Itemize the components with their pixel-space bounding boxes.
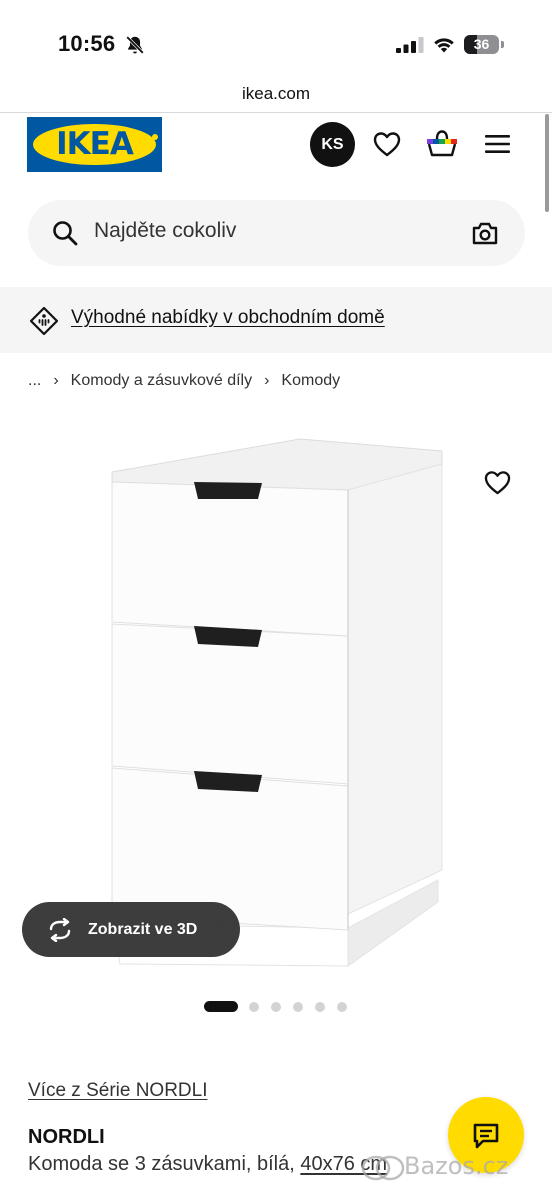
heart-icon[interactable] bbox=[373, 131, 401, 157]
ikea-logo[interactable]: IKEA bbox=[27, 117, 162, 172]
watermark-text: Bazos.cz bbox=[404, 1152, 509, 1180]
carousel-dot[interactable] bbox=[337, 1002, 347, 1012]
watermark: Bazos.cz bbox=[360, 1150, 550, 1186]
divider bbox=[0, 112, 552, 113]
registered-mark bbox=[152, 134, 158, 140]
series-link[interactable]: Více z Série NORDLI bbox=[28, 1080, 208, 1102]
wifi-icon bbox=[434, 38, 454, 53]
chevron-right-icon: › bbox=[53, 372, 59, 389]
product-name: NORDLI bbox=[28, 1126, 105, 1148]
add-to-favorites-heart-icon[interactable] bbox=[484, 470, 511, 495]
status-bar: 10:56 36 bbox=[0, 0, 552, 80]
offer-link[interactable]: Výhodné nabídky v obchodním domě bbox=[71, 307, 385, 329]
price-tag-icon bbox=[29, 306, 59, 336]
breadcrumb-item-ellipsis[interactable]: ... bbox=[28, 372, 41, 390]
hamburger-menu-icon[interactable] bbox=[485, 133, 510, 155]
search-input[interactable]: Najděte cokoliv bbox=[94, 219, 236, 243]
carousel-dot[interactable] bbox=[271, 1002, 281, 1012]
avatar[interactable]: KS bbox=[310, 122, 355, 167]
bazos-logo-icon bbox=[361, 1155, 405, 1181]
carousel-dot[interactable] bbox=[315, 1002, 325, 1012]
url-bar[interactable]: ikea.com bbox=[0, 84, 552, 104]
logo-text: IKEA bbox=[56, 126, 134, 162]
chat-bubble-icon bbox=[473, 1123, 499, 1149]
view-3d-button[interactable]: Zobrazit ve 3D bbox=[22, 902, 240, 957]
shopping-bag-icon[interactable] bbox=[426, 128, 458, 158]
bell-slash-icon bbox=[126, 36, 144, 54]
breadcrumb-item-dressers[interactable]: Komody bbox=[281, 372, 340, 390]
rotate-3d-icon bbox=[49, 918, 71, 942]
search-icon[interactable] bbox=[52, 220, 78, 246]
battery-level: 36 bbox=[473, 36, 490, 52]
breadcrumb: ... › Komody a zásuvkové díly › Komody bbox=[28, 372, 340, 390]
product-description-text: Komoda se 3 zásuvkami, bílá, bbox=[28, 1153, 295, 1175]
breadcrumb-item-dressers-category[interactable]: Komody a zásuvkové díly bbox=[71, 372, 252, 390]
scrollbar[interactable] bbox=[545, 114, 549, 212]
carousel-dot[interactable] bbox=[293, 1002, 303, 1012]
battery-icon: 36 bbox=[464, 35, 504, 55]
chevron-right-icon: › bbox=[264, 372, 270, 389]
cellular-signal-icon bbox=[396, 37, 424, 53]
carousel-dot-active[interactable] bbox=[204, 1001, 238, 1012]
camera-icon[interactable] bbox=[471, 220, 499, 246]
carousel-dot[interactable] bbox=[249, 1002, 259, 1012]
view-3d-label: Zobrazit ve 3D bbox=[88, 921, 198, 938]
status-time: 10:56 bbox=[58, 31, 116, 56]
product-description: Komoda se 3 zásuvkami, bílá, 40x76 cm bbox=[28, 1153, 387, 1176]
